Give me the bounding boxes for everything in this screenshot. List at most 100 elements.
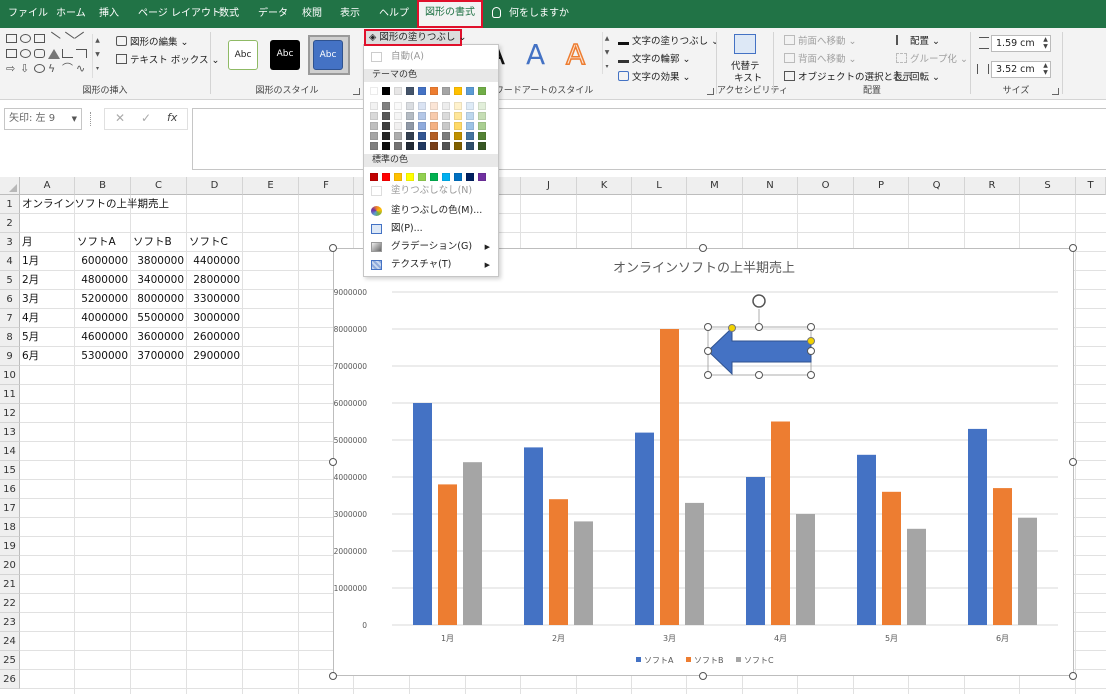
bar-ソフトA-1月[interactable] bbox=[413, 403, 432, 625]
theme-color-shade-swatch[interactable] bbox=[394, 122, 402, 130]
send-backward-button[interactable]: 背面へ移動 ⌄ bbox=[784, 51, 857, 65]
bar-ソフトC-4月[interactable] bbox=[796, 514, 815, 625]
theme-color-shade-swatch[interactable] bbox=[406, 132, 414, 140]
theme-color-shade-swatch[interactable] bbox=[382, 142, 390, 150]
tab-page-layout[interactable]: ページ レイアウト bbox=[138, 0, 221, 28]
standard-color-swatch[interactable] bbox=[406, 173, 414, 181]
row-header-8[interactable]: 8 bbox=[0, 328, 20, 347]
theme-color-swatch[interactable] bbox=[442, 87, 450, 95]
chart-legend[interactable]: ソフトA ソフトB ソフトC bbox=[636, 656, 774, 665]
shapes-gallery[interactable]: ⇨ ⇩ ϟ ⌒ ∿ ▲ ▼ ▾ bbox=[6, 31, 104, 78]
cell-number[interactable]: 6000000 bbox=[75, 252, 128, 271]
text-box-button[interactable]: テキスト ボックス ⌄ bbox=[116, 52, 219, 66]
cell-text[interactable]: 月 bbox=[22, 233, 33, 252]
chart-area[interactable]: オンラインソフトの上半期売上 0 1000000 2000000 3000000 400… bbox=[333, 248, 1074, 676]
shape-circle-icon[interactable] bbox=[20, 49, 31, 58]
column-header-L[interactable]: L bbox=[632, 177, 687, 195]
menu-item-auto[interactable]: 自動(A) bbox=[364, 48, 498, 66]
theme-color-shade-swatch[interactable] bbox=[418, 132, 426, 140]
theme-color-swatch[interactable] bbox=[478, 87, 486, 95]
standard-color-swatch[interactable] bbox=[394, 173, 402, 181]
row-header-9[interactable]: 9 bbox=[0, 347, 20, 366]
bar-ソフトB-6月[interactable] bbox=[993, 488, 1012, 625]
row-header-25[interactable]: 25 bbox=[0, 651, 20, 670]
tab-help[interactable]: ヘルプ bbox=[379, 0, 409, 28]
row-header-26[interactable]: 26 bbox=[0, 670, 20, 689]
chart-handle-se[interactable] bbox=[1069, 672, 1077, 680]
row-header-18[interactable]: 18 bbox=[0, 518, 20, 537]
column-header-C[interactable]: C bbox=[131, 177, 187, 195]
cell-number[interactable]: 3600000 bbox=[131, 328, 184, 347]
shape-curve-icon[interactable]: ∿ bbox=[76, 63, 87, 74]
wordart-style-orange[interactable]: A bbox=[565, 37, 586, 72]
alt-text-label-2[interactable]: キスト bbox=[734, 70, 762, 84]
bar-ソフトB-2月[interactable] bbox=[549, 499, 568, 625]
row-header-19[interactable]: 19 bbox=[0, 537, 20, 556]
cell-number[interactable]: 5200000 bbox=[75, 290, 128, 309]
chart-x-axis[interactable]: 1月 2月 3月 4月 5月 6月 bbox=[441, 634, 1009, 643]
row-header-14[interactable]: 14 bbox=[0, 442, 20, 461]
theme-color-shade-swatch[interactable] bbox=[394, 132, 402, 140]
row-header-3[interactable]: 3 bbox=[0, 233, 20, 252]
theme-color-shade-swatch[interactable] bbox=[442, 112, 450, 120]
theme-color-shade-swatch[interactable] bbox=[478, 122, 486, 130]
row-header-7[interactable]: 7 bbox=[0, 309, 20, 328]
tab-review[interactable]: 校閲 bbox=[302, 0, 322, 28]
theme-color-shade-swatch[interactable] bbox=[418, 102, 426, 110]
resize-handle-ne[interactable] bbox=[807, 323, 815, 331]
align-button[interactable]: 配置 ⌄ bbox=[896, 33, 940, 47]
column-header-O[interactable]: O bbox=[798, 177, 854, 195]
column-header-R[interactable]: R bbox=[965, 177, 1020, 195]
theme-color-shade-swatch[interactable] bbox=[370, 142, 378, 150]
edit-shape-button[interactable]: 図形の編集 ⌄ bbox=[116, 34, 189, 48]
cell-text[interactable]: オンラインソフトの上半期売上 bbox=[22, 195, 169, 214]
column-chart[interactable]: オンラインソフトの上半期売上 0 1000000 2000000 3000000 400… bbox=[334, 249, 1075, 677]
theme-color-shade-swatch[interactable] bbox=[442, 132, 450, 140]
theme-color-shade-swatch[interactable] bbox=[466, 122, 474, 130]
cell-number[interactable]: 2800000 bbox=[187, 271, 240, 290]
column-header-B[interactable]: B bbox=[75, 177, 131, 195]
theme-color-shade-swatch[interactable] bbox=[394, 112, 402, 120]
adjust-handle-head[interactable] bbox=[728, 324, 736, 332]
row-header-23[interactable]: 23 bbox=[0, 613, 20, 632]
bar-ソフトB-3月[interactable] bbox=[660, 329, 679, 625]
column-header-S[interactable]: S bbox=[1020, 177, 1076, 195]
menu-item-picture[interactable]: 図(P)... bbox=[364, 220, 498, 238]
standard-color-swatch[interactable] bbox=[370, 173, 378, 181]
theme-color-shade-swatch[interactable] bbox=[370, 122, 378, 130]
resize-handle-se[interactable] bbox=[807, 371, 815, 379]
row-header-6[interactable]: 6 bbox=[0, 290, 20, 309]
row-header-1[interactable]: 1 bbox=[0, 195, 20, 214]
legend-entry[interactable]: ソフトB bbox=[694, 656, 724, 665]
theme-color-shade-swatch[interactable] bbox=[442, 122, 450, 130]
row-header-15[interactable]: 15 bbox=[0, 461, 20, 480]
chart-handle-w[interactable] bbox=[329, 458, 337, 466]
theme-color-shade-swatch[interactable] bbox=[418, 112, 426, 120]
column-header-T[interactable]: T bbox=[1076, 177, 1106, 195]
theme-color-swatch[interactable] bbox=[370, 87, 378, 95]
cell-text[interactable]: 2月 bbox=[22, 271, 39, 290]
standard-color-swatch[interactable] bbox=[454, 173, 462, 181]
theme-color-swatch[interactable] bbox=[466, 87, 474, 95]
tab-data[interactable]: データ bbox=[258, 0, 288, 28]
theme-color-shade-swatch[interactable] bbox=[478, 142, 486, 150]
text-effects-button[interactable]: 文字の効果 ⌄ bbox=[618, 69, 691, 83]
adjust-handle-shaft[interactable] bbox=[807, 337, 815, 345]
row-header-11[interactable]: 11 bbox=[0, 385, 20, 404]
theme-color-shade-swatch[interactable] bbox=[418, 142, 426, 150]
menu-item-texture[interactable]: テクスチャ(T) ▶ bbox=[364, 256, 498, 274]
resize-handle-e[interactable] bbox=[807, 347, 815, 355]
theme-color-shade-swatch[interactable] bbox=[454, 132, 462, 140]
theme-color-swatch[interactable] bbox=[430, 87, 438, 95]
theme-color-shade-swatch[interactable] bbox=[454, 122, 462, 130]
select-all-corner[interactable] bbox=[0, 177, 20, 195]
theme-color-shade-swatch[interactable] bbox=[478, 112, 486, 120]
shape-line2-icon[interactable] bbox=[60, 31, 75, 46]
bar-ソフトC-3月[interactable] bbox=[685, 502, 704, 625]
bar-ソフトB-5月[interactable] bbox=[882, 491, 901, 625]
column-header-E[interactable]: E bbox=[243, 177, 299, 195]
row-header-13[interactable]: 13 bbox=[0, 423, 20, 442]
theme-color-shade-swatch[interactable] bbox=[430, 142, 438, 150]
column-header-A[interactable]: A bbox=[20, 177, 75, 195]
tab-view[interactable]: 表示 bbox=[340, 0, 360, 28]
